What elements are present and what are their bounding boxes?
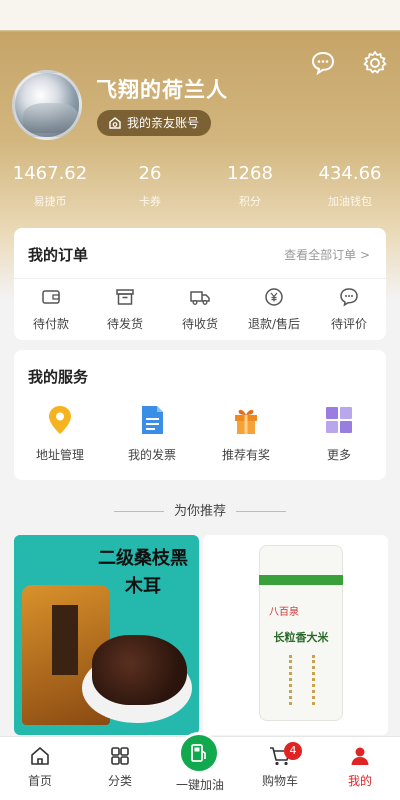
services-card: 我的服务 地址管理 我的发票 推荐有奖 更多 bbox=[14, 350, 386, 480]
friend-account-button[interactable]: 我的亲友账号 bbox=[97, 110, 212, 136]
stat-fuel-wallet[interactable]: 434.66 加油钱包 bbox=[305, 163, 395, 209]
truck-icon bbox=[190, 291, 210, 305]
recommend-title: 为你推荐 bbox=[0, 500, 400, 519]
orders-card: 我的订单 查看全部订单 > 待付款 待发货 待收货 退款/售后 待评价 bbox=[14, 228, 386, 340]
category-icon bbox=[111, 747, 129, 765]
order-pending-receipt[interactable]: 待收货 bbox=[163, 286, 237, 332]
product-card[interactable]: 二级桑枝黑木耳 bbox=[14, 535, 199, 735]
wallet-icon bbox=[42, 290, 60, 304]
service-more[interactable]: 更多 bbox=[299, 404, 379, 463]
avatar[interactable] bbox=[12, 70, 82, 140]
box-icon bbox=[116, 289, 134, 305]
home-icon bbox=[31, 747, 49, 765]
tab-cart[interactable]: 购物车 bbox=[240, 745, 320, 789]
username: 飞翔的荷兰人 bbox=[96, 78, 228, 102]
service-label: 推荐有奖 bbox=[221, 448, 270, 462]
stat-label: 卡券 bbox=[139, 195, 161, 208]
order-label: 待收货 bbox=[181, 317, 218, 331]
gift-icon bbox=[235, 409, 257, 434]
tab-mine[interactable]: 我的 bbox=[320, 745, 400, 789]
order-label: 待评价 bbox=[330, 317, 367, 331]
orders-title: 我的订单 bbox=[28, 246, 89, 264]
rice-bag-stripe bbox=[259, 575, 343, 585]
order-label: 退款/售后 bbox=[247, 317, 301, 331]
tab-label: 分类 bbox=[107, 774, 132, 788]
friend-account-label: 我的亲友账号 bbox=[127, 116, 200, 130]
product-card[interactable]: 八百泉 长粒香大米 bbox=[203, 535, 388, 735]
stat-value: 1268 bbox=[227, 163, 273, 184]
cart-badge: 4 bbox=[284, 742, 302, 760]
rice-name-text: 长粒香大米 bbox=[273, 631, 329, 644]
tab-label: 首页 bbox=[27, 774, 52, 788]
location-icon bbox=[49, 406, 71, 434]
service-label: 我的发票 bbox=[127, 448, 176, 462]
service-invoice[interactable]: 我的发票 bbox=[112, 404, 192, 463]
stat-value: 1467.62 bbox=[12, 163, 88, 184]
service-address[interactable]: 地址管理 bbox=[20, 404, 100, 463]
tab-home[interactable]: 首页 bbox=[0, 745, 80, 789]
grid-icon bbox=[326, 407, 352, 433]
stat-coins[interactable]: 1467.62 易捷币 bbox=[5, 163, 95, 209]
product-fungus-image bbox=[92, 635, 187, 705]
comment-icon bbox=[340, 288, 358, 307]
tab-category[interactable]: 分类 bbox=[80, 745, 160, 789]
stat-points[interactable]: 1268 积分 bbox=[205, 163, 295, 209]
one-click-fuel-button[interactable] bbox=[178, 732, 220, 774]
stat-value: 26 bbox=[138, 163, 162, 184]
order-pending-review[interactable]: 待评价 bbox=[312, 286, 386, 332]
stat-label: 积分 bbox=[239, 195, 261, 208]
order-label: 待发货 bbox=[106, 317, 143, 331]
status-bar-area bbox=[0, 0, 400, 30]
divider bbox=[14, 278, 386, 279]
service-referral-reward[interactable]: 推荐有奖 bbox=[206, 404, 286, 463]
service-label: 地址管理 bbox=[35, 448, 84, 462]
stat-value: 434.66 bbox=[318, 163, 382, 184]
invoice-icon bbox=[142, 406, 163, 434]
user-icon bbox=[351, 747, 369, 765]
see-all-orders-link[interactable]: 查看全部订单 > bbox=[284, 246, 370, 263]
home-outline-icon bbox=[109, 117, 121, 129]
stat-label: 易捷币 bbox=[33, 195, 67, 208]
wheat-graphic bbox=[289, 655, 315, 705]
gear-icon[interactable] bbox=[362, 50, 388, 76]
order-refund-aftersale[interactable]: 退款/售后 bbox=[237, 286, 311, 332]
services-title: 我的服务 bbox=[28, 368, 89, 386]
tab-label: 购物车 bbox=[261, 774, 298, 788]
message-icon[interactable] bbox=[310, 50, 336, 76]
order-pending-payment[interactable]: 待付款 bbox=[14, 286, 88, 332]
order-label: 待付款 bbox=[32, 317, 69, 331]
order-pending-shipment[interactable]: 待发货 bbox=[88, 286, 162, 332]
fuel-icon bbox=[191, 744, 206, 762]
rice-brand-text: 八百泉 bbox=[269, 607, 299, 618]
stat-label: 加油钱包 bbox=[328, 195, 372, 208]
yen-icon bbox=[265, 288, 283, 306]
tab-label: 一键加油 bbox=[175, 778, 224, 792]
tab-label: 我的 bbox=[347, 774, 372, 788]
stat-coupons[interactable]: 26 卡券 bbox=[105, 163, 195, 209]
service-label: 更多 bbox=[326, 448, 351, 462]
